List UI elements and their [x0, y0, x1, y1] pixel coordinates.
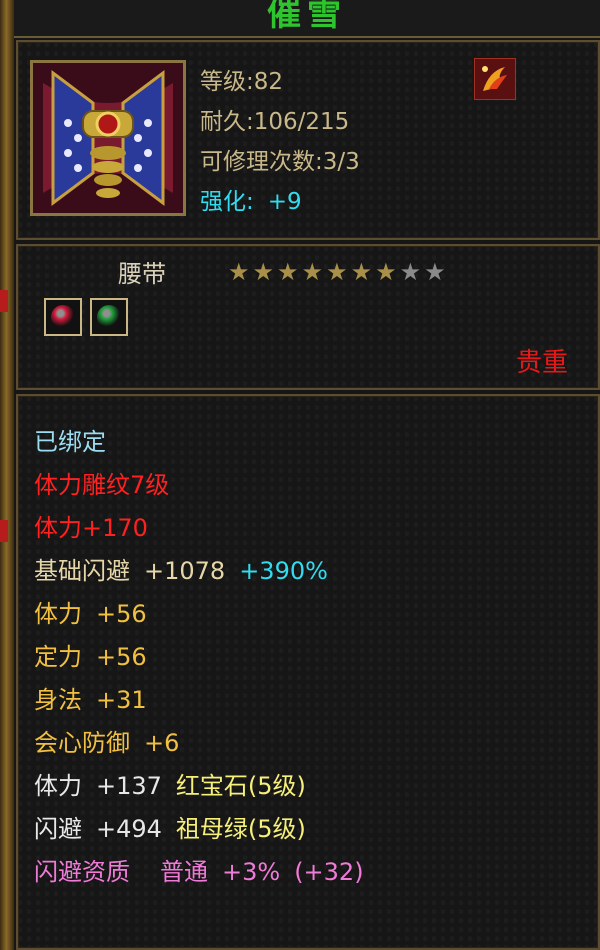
stat3-value: +31	[96, 686, 147, 714]
left-window-edge	[0, 0, 14, 950]
edge-ornament	[0, 290, 8, 312]
gem1-value: +137	[96, 772, 162, 800]
gem-slot-1[interactable]	[44, 298, 82, 336]
phoenix-icon-graphic	[475, 59, 515, 99]
item-level: 等级:82	[200, 69, 284, 95]
phoenix-icon[interactable]	[474, 58, 516, 100]
item-enhance: 强化: +9	[200, 182, 302, 216]
stat1-label: 体力	[34, 600, 82, 628]
gem1-label: 体力	[34, 772, 82, 800]
stat-line-4: 会心防御 +6	[34, 723, 179, 758]
item-type-panel: 腰带 ★ ★ ★ ★ ★ ★ ★ ★ ★ 贵重	[16, 244, 600, 390]
star-icon: ★	[350, 258, 373, 286]
gem1-name: 红宝石(5级)	[175, 772, 306, 800]
gem-bonus-line-2: 闪避 +494 祖母绿(5级)	[34, 809, 306, 844]
base-dodge-percent: +390%	[239, 557, 328, 585]
gem2-value: +494	[96, 815, 162, 843]
red-gem-icon	[51, 305, 75, 329]
enhance-value: +9	[267, 189, 302, 215]
star-icon: ★	[424, 258, 446, 286]
gem-slot-2[interactable]	[90, 298, 128, 336]
star-icon: ★	[228, 258, 250, 286]
star-rating: ★ ★ ★ ★ ★ ★ ★ ★ ★	[228, 260, 446, 284]
aptitude-bonus: (+32)	[294, 858, 364, 886]
green-gem-icon	[97, 305, 121, 329]
engrave-bonus-line: 体力+170	[34, 514, 148, 542]
aptitude-value: +3%	[222, 858, 281, 886]
rarity-label: 贵重	[515, 348, 568, 378]
gem2-name: 祖母绿(5级)	[175, 815, 306, 843]
stat3-label: 身法	[34, 686, 82, 714]
stat4-label: 会心防御	[34, 729, 130, 757]
star-icon: ★	[252, 258, 275, 286]
attributes-panel: 已绑定 体力雕纹7级 体力+170 基础闪避 +1078 +390% 体力 +56 定…	[16, 394, 600, 950]
stat4-value: +6	[144, 729, 180, 757]
item-repair-count: 可修理次数:3/3	[200, 149, 360, 175]
stat2-label: 定力	[34, 643, 82, 671]
stat-line-3: 身法 +31	[34, 680, 147, 715]
stat-line-2: 定力 +56	[34, 637, 147, 672]
item-durability: 耐久:106/215	[200, 109, 350, 135]
aptitude-grade: 普通	[160, 858, 208, 886]
aptitude-line: 闪避资质 普通 +3% (+32)	[34, 852, 364, 887]
stat2-value: +56	[96, 643, 147, 671]
gem-bonus-line-1: 体力 +137 红宝石(5级)	[34, 766, 306, 801]
belt-icon	[33, 63, 183, 213]
engrave-line: 体力雕纹7级	[34, 471, 170, 499]
item-info-panel: 等级:82 耐久:106/215 可修理次数:3/3 强化: +9	[16, 40, 600, 240]
belt-item-icon[interactable]	[30, 60, 186, 216]
star-icon: ★	[375, 258, 397, 286]
base-dodge-line: 基础闪避 +1078 +390%	[34, 551, 328, 586]
item-name: 催雪	[267, 0, 347, 34]
star-icon: ★	[277, 258, 299, 286]
enhance-label: 强化:	[200, 189, 254, 215]
star-icon: ★	[399, 258, 422, 286]
gem2-label: 闪避	[34, 815, 82, 843]
item-type: 腰带	[118, 260, 166, 288]
title-bar: 催雪	[14, 0, 600, 38]
stat1-value: +56	[96, 600, 147, 628]
stat-line-1: 体力 +56	[34, 594, 147, 629]
aptitude-label: 闪避资质	[34, 858, 130, 886]
star-icon: ★	[301, 258, 324, 286]
base-dodge-value: +1078	[144, 557, 226, 585]
edge-ornament	[0, 520, 8, 542]
bound-status: 已绑定	[34, 428, 106, 456]
star-icon: ★	[326, 258, 348, 286]
base-dodge-label: 基础闪避	[34, 557, 130, 585]
